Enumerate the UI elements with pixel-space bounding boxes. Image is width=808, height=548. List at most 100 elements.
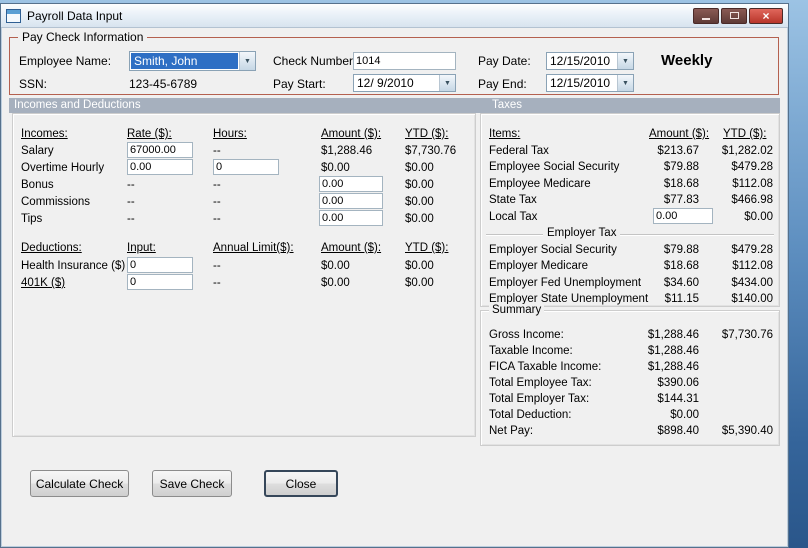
tips-rate: -- <box>127 213 135 225</box>
gross-income-label: Gross Income: <box>489 329 564 341</box>
tips-ytd: $0.00 <box>405 213 434 225</box>
employer-medicare-ytd: $112.08 <box>732 260 773 272</box>
close-icon: × <box>762 8 770 23</box>
pay-start-dropdown-button[interactable]: ▼ <box>439 75 455 91</box>
health-insurance-input[interactable] <box>127 257 193 273</box>
bonus-label: Bonus <box>21 179 54 191</box>
gross-income-ytd: $7,730.76 <box>721 329 773 341</box>
k401-limit: -- <box>213 277 221 289</box>
k401-link[interactable]: 401K ($) <box>21 277 65 289</box>
chevron-down-icon: ▼ <box>244 57 251 65</box>
deduction-amount-header: Amount ($): <box>321 242 382 254</box>
gross-income-amount: $1,288.46 <box>647 329 699 341</box>
fica-taxable-income-label: FICA Taxable Income: <box>489 361 602 373</box>
employee-name-select[interactable]: Smith, John ▼ <box>129 51 256 71</box>
total-deduction-label: Total Deduction: <box>489 409 572 421</box>
titlebar[interactable]: Payroll Data Input × <box>1 4 788 28</box>
employee-ss-amount: $79.88 <box>663 161 699 173</box>
total-employee-tax-amount: $390.06 <box>657 377 699 389</box>
tax-items-header: Items: <box>489 128 521 140</box>
bonus-rate: -- <box>127 179 135 191</box>
local-tax-input[interactable] <box>653 208 713 224</box>
employee-name-label: Employee Name: <box>19 54 112 68</box>
local-tax-label: Local Tax <box>489 211 538 223</box>
amount-header: Amount ($): <box>321 128 382 140</box>
employee-medicare-amount: $18.68 <box>663 178 699 190</box>
pay-start-picker[interactable]: 12/ 9/2010 ▼ <box>353 74 456 92</box>
pay-end-label: Pay End: <box>478 77 527 91</box>
employer-tax-group-label: Employer Tax <box>543 227 621 239</box>
taxable-income-amount: $1,288.46 <box>647 345 699 357</box>
form-body: Pay Check Information Employee Name: Smi… <box>1 28 788 547</box>
net-pay-amount: $898.40 <box>657 425 699 437</box>
close-window-button[interactable]: × <box>749 7 783 24</box>
commissions-hours: -- <box>213 196 221 208</box>
employer-fed-unemployment-amount: $34.60 <box>663 277 699 289</box>
save-check-button[interactable]: Save Check <box>152 470 232 497</box>
pay-end-picker[interactable]: 12/15/2010 ▼ <box>546 74 634 92</box>
employee-dropdown-button[interactable]: ▼ <box>239 52 255 70</box>
minimize-button[interactable] <box>693 7 719 24</box>
close-button[interactable]: Close <box>264 470 338 497</box>
health-insurance-ytd: $0.00 <box>405 260 434 272</box>
employer-state-unemployment-ytd: $140.00 <box>731 293 773 305</box>
minimize-icon <box>702 18 710 20</box>
pay-date-picker[interactable]: 12/15/2010 ▼ <box>546 52 634 70</box>
employee-medicare-ytd: $112.08 <box>732 178 773 190</box>
app-icon <box>6 8 21 23</box>
chevron-down-icon: ▼ <box>444 79 451 87</box>
employer-medicare-amount: $18.68 <box>663 260 699 272</box>
bonus-hours: -- <box>213 179 221 191</box>
overtime-amount: $0.00 <box>321 162 350 174</box>
ssn-value: 123-45-6789 <box>129 77 198 91</box>
health-insurance-label: Health Insurance ($) <box>21 260 126 272</box>
commissions-rate: -- <box>127 196 135 208</box>
employee-medicare-label: Employee Medicare <box>489 178 591 190</box>
employer-tax-divider <box>486 234 774 235</box>
overtime-rate-input[interactable] <box>127 159 193 175</box>
commissions-label: Commissions <box>21 196 91 208</box>
taxes-section-title: Taxes <box>492 99 523 111</box>
section-header-band: Incomes and Deductions Taxes <box>9 98 780 113</box>
total-employer-tax-label: Total Employer Tax: <box>489 393 590 405</box>
employer-ss-ytd: $479.28 <box>731 244 773 256</box>
incomes-deductions-section-title: Incomes and Deductions <box>14 99 141 111</box>
overtime-hours-input[interactable] <box>213 159 279 175</box>
taxes-panel: Items: Amount ($): YTD ($): Federal Tax … <box>480 113 780 307</box>
check-number-input[interactable] <box>353 52 456 70</box>
salary-label: Salary <box>21 145 54 157</box>
pay-date-value: 12/15/2010 <box>550 54 611 68</box>
pay-date-dropdown-button[interactable]: ▼ <box>617 53 633 69</box>
maximize-button[interactable] <box>721 7 747 24</box>
k401-amount: $0.00 <box>321 277 350 289</box>
pay-end-dropdown-button[interactable]: ▼ <box>617 75 633 91</box>
health-insurance-amount: $0.00 <box>321 260 350 272</box>
hours-header: Hours: <box>213 128 247 140</box>
federal-tax-amount: $213.67 <box>657 145 699 157</box>
employer-medicare-label: Employer Medicare <box>489 260 589 272</box>
commissions-amount-input[interactable] <box>319 193 383 209</box>
employer-state-unemployment-amount: $11.15 <box>664 293 699 305</box>
calculate-check-button[interactable]: Calculate Check <box>30 470 129 497</box>
total-employee-tax-label: Total Employee Tax: <box>489 377 592 389</box>
window-controls: × <box>693 7 783 24</box>
total-deduction-amount: $0.00 <box>670 409 699 421</box>
salary-hours: -- <box>213 145 221 157</box>
summary-panel: Summary Gross Income: $1,288.46 $7,730.7… <box>480 304 780 446</box>
state-tax-label: State Tax <box>489 194 537 206</box>
tax-ytd-header: YTD ($): <box>723 128 767 140</box>
incomes-deductions-panel: Incomes: Rate ($): Hours: Amount ($): YT… <box>12 113 476 437</box>
pay-end-value: 12/15/2010 <box>550 76 611 90</box>
tips-amount-input[interactable] <box>319 210 383 226</box>
paycheck-group-title: Pay Check Information <box>18 30 148 44</box>
salary-rate-input[interactable] <box>127 142 193 158</box>
state-tax-ytd: $466.98 <box>731 194 773 206</box>
ytd-header: YTD ($): <box>405 128 449 140</box>
bonus-amount-input[interactable] <box>319 176 383 192</box>
desktop-background: { "titlebar": { "title": "Payroll Data I… <box>0 0 808 548</box>
chevron-down-icon: ▼ <box>622 57 629 65</box>
paycheck-info-group: Pay Check Information Employee Name: Smi… <box>9 30 779 95</box>
summary-group-title: Summary <box>489 304 545 316</box>
employer-ss-amount: $79.88 <box>663 244 699 256</box>
k401-input[interactable] <box>127 274 193 290</box>
